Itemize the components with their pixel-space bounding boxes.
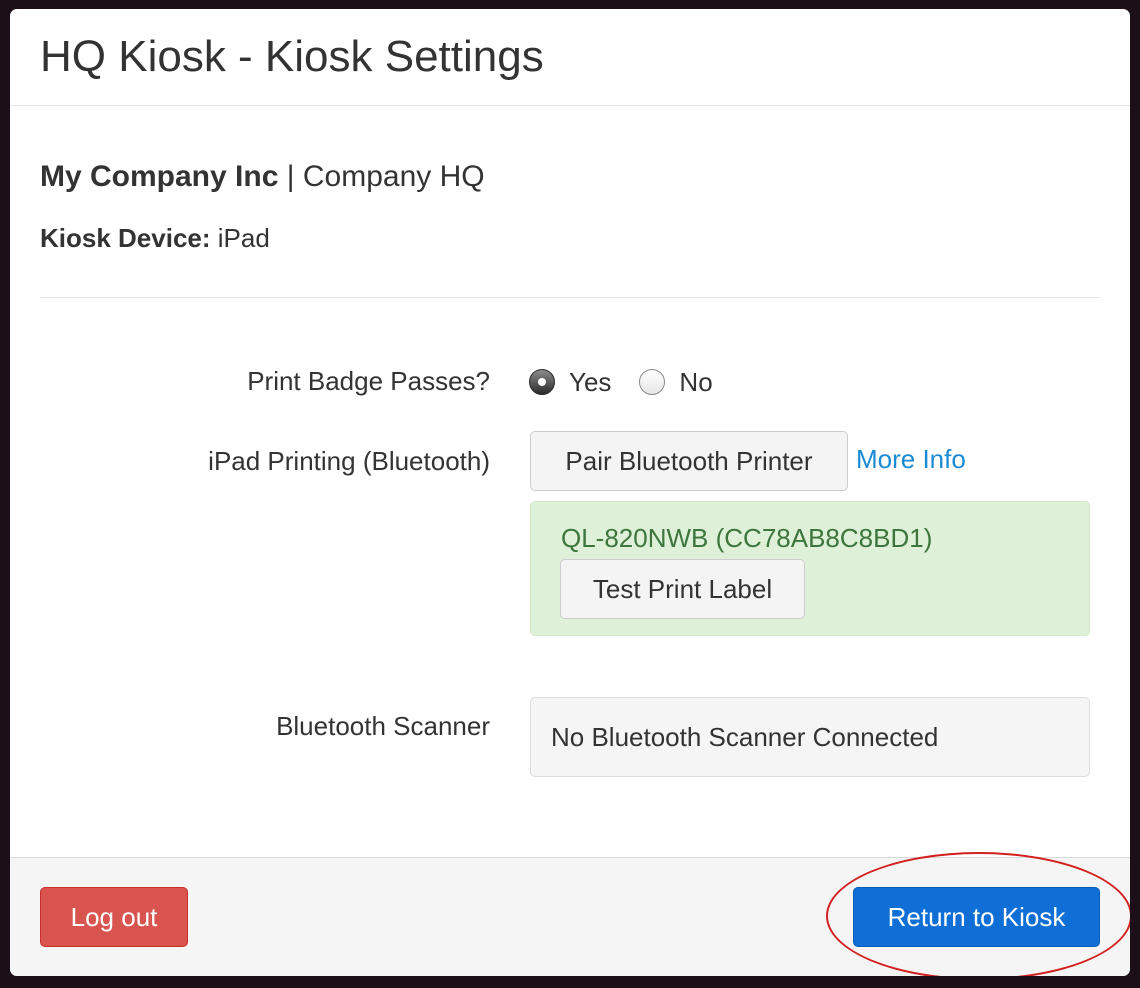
kiosk-device-label: Kiosk Device: — [40, 223, 211, 253]
print-badge-yes-option[interactable]: Yes — [529, 367, 611, 398]
radio-checked-icon[interactable] — [529, 369, 555, 395]
logout-button[interactable]: Log out — [40, 887, 188, 947]
modal-title: HQ Kiosk - Kiosk Settings — [40, 32, 544, 81]
company-separator: | — [286, 160, 295, 193]
print-badge-no-label: No — [679, 366, 713, 397]
pair-bluetooth-printer-button[interactable]: Pair Bluetooth Printer — [530, 431, 848, 491]
modal-header: HQ Kiosk - Kiosk Settings — [10, 9, 1130, 106]
company-location: Company HQ — [302, 160, 485, 193]
test-print-label-button[interactable]: Test Print Label — [560, 559, 805, 619]
connected-printer-panel: QL-820NWB (CC78AB8C8BD1) Test Print Labe… — [530, 501, 1090, 636]
bluetooth-scanner-status: No Bluetooth Scanner Connected — [530, 697, 1090, 777]
return-to-kiosk-button[interactable]: Return to Kiosk — [853, 887, 1100, 947]
ipad-printing-label: iPad Printing (Bluetooth) — [208, 446, 490, 476]
print-badge-no-option[interactable]: No — [639, 366, 713, 398]
kiosk-settings-modal: HQ Kiosk - Kiosk Settings My Company Inc… — [10, 9, 1130, 976]
more-info-link[interactable]: More Info — [856, 443, 966, 475]
company-line: My Company Inc | Company HQ — [40, 159, 485, 195]
radio-unchecked-icon[interactable] — [639, 369, 666, 395]
modal-footer: Log out Return to Kiosk — [10, 857, 1130, 976]
section-divider — [40, 297, 1100, 298]
print-badge-label: Print Badge Passes? — [247, 366, 490, 396]
bluetooth-scanner-label: Bluetooth Scanner — [276, 711, 490, 741]
print-badge-radio-group: Yes No — [529, 365, 741, 399]
print-badge-yes-label: Yes — [569, 366, 612, 397]
connected-printer-name: QL-820NWB (CC78AB8C8BD1) — [561, 523, 933, 553]
kiosk-device-line: Kiosk Device: iPad — [40, 222, 270, 254]
kiosk-device-value: iPad — [217, 223, 270, 253]
company-name: My Company Inc — [40, 160, 279, 193]
